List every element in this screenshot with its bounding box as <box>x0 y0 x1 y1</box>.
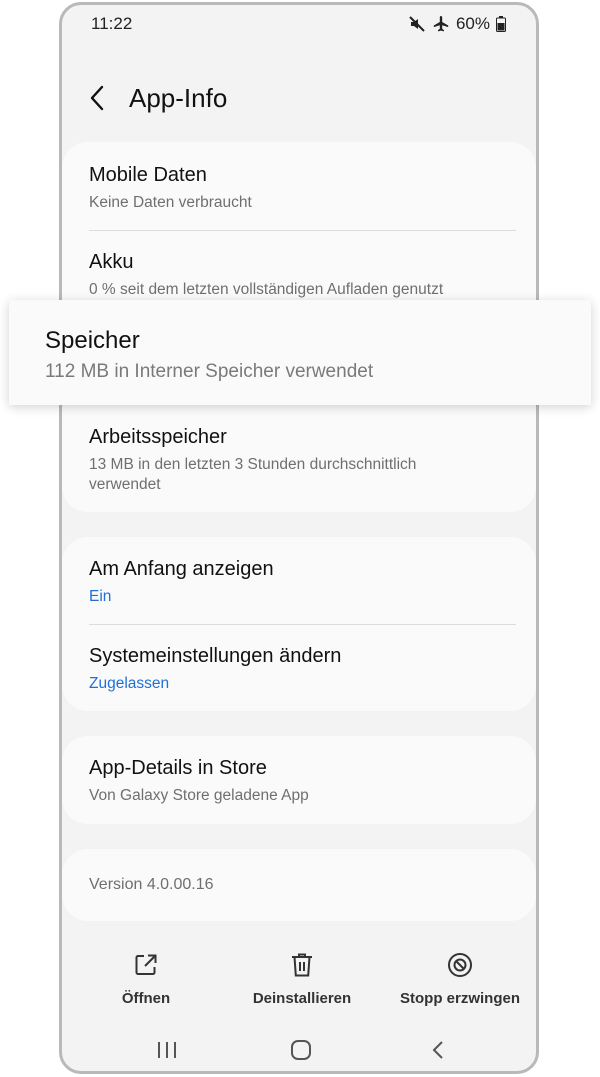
storage-subtitle: 112 MB in Interner Speicher verwendet <box>45 361 374 382</box>
airplane-icon <box>432 15 450 33</box>
status-bar: 11:22 60% <box>62 5 536 41</box>
store-card: App-Details in Store Von Galaxy Store ge… <box>62 736 536 824</box>
force-stop-button[interactable]: Stopp erzwingen <box>392 950 528 1007</box>
open-button[interactable]: Öffnen <box>96 950 196 1007</box>
divider <box>89 624 516 625</box>
version-item: Version 4.0.00.16 <box>89 875 516 895</box>
mobile-data-title: Mobile Daten <box>89 164 207 186</box>
advanced-card: Am Anfang anzeigen Ein Systemeinstellung… <box>62 537 536 711</box>
status-time: 11:22 <box>91 14 133 33</box>
nav-back-icon[interactable] <box>428 1039 450 1066</box>
version-text: Version 4.0.00.16 <box>89 876 214 893</box>
open-label: Öffnen <box>121 990 171 1007</box>
navigation-bar <box>62 1035 536 1071</box>
trash-icon <box>242 950 362 980</box>
open-icon <box>96 950 196 980</box>
appear-on-top-item[interactable]: Am Anfang anzeigen Ein <box>89 558 516 607</box>
force-stop-icon <box>392 950 528 980</box>
store-details-title: App-Details in Store <box>89 757 267 779</box>
modify-system-item[interactable]: Systemeinstellungen ändern Zugelassen <box>89 645 516 694</box>
recents-icon[interactable] <box>156 1039 178 1066</box>
bottom-actions: Öffnen Deinstallieren Stopp erzwingen <box>62 950 536 1010</box>
battery-item[interactable]: Akku 0 % seit dem letzten vollständigen … <box>89 251 516 300</box>
memory-title: Arbeitsspeicher <box>89 426 227 448</box>
page-title: App-Info <box>129 83 228 113</box>
store-details-subtitle: Von Galaxy Store geladene App <box>89 787 309 804</box>
uninstall-button[interactable]: Deinstallieren <box>242 950 362 1007</box>
memory-subtitle: 13 MB in den letzten 3 Stunden durchschn… <box>89 456 417 493</box>
battery-icon <box>496 16 506 32</box>
app-header: App-Info <box>62 67 536 131</box>
appear-on-top-title: Am Anfang anzeigen <box>89 558 274 580</box>
battery-title: Akku <box>89 251 134 273</box>
mute-icon <box>408 15 426 33</box>
battery-percent: 60% <box>455 14 490 33</box>
modify-system-title: Systemeinstellungen ändern <box>89 645 342 667</box>
storage-title: Speicher <box>45 327 140 354</box>
version-card: Version 4.0.00.16 <box>62 849 536 921</box>
appear-on-top-value: Ein <box>89 588 112 605</box>
back-arrow-icon[interactable] <box>86 81 110 115</box>
storage-item[interactable]: Speicher 112 MB in Interner Speicher ver… <box>9 300 591 405</box>
home-icon[interactable] <box>290 1039 312 1066</box>
memory-item[interactable]: Arbeitsspeicher 13 MB in den letzten 3 S… <box>89 426 516 495</box>
phone-frame: 11:22 60% App-Info Mobile Daten Keine Da… <box>59 2 539 1074</box>
force-stop-label: Stopp erzwingen <box>400 990 520 1007</box>
status-icons: 60% <box>408 14 506 34</box>
mobile-data-item[interactable]: Mobile Daten Keine Daten verbraucht <box>89 164 516 213</box>
store-details-item[interactable]: App-Details in Store Von Galaxy Store ge… <box>89 757 516 806</box>
modify-system-value: Zugelassen <box>89 675 170 692</box>
battery-subtitle: 0 % seit dem letzten vollständigen Aufla… <box>89 281 444 298</box>
divider <box>89 230 516 231</box>
mobile-data-subtitle: Keine Daten verbraucht <box>89 194 252 211</box>
uninstall-label: Deinstallieren <box>252 990 352 1007</box>
